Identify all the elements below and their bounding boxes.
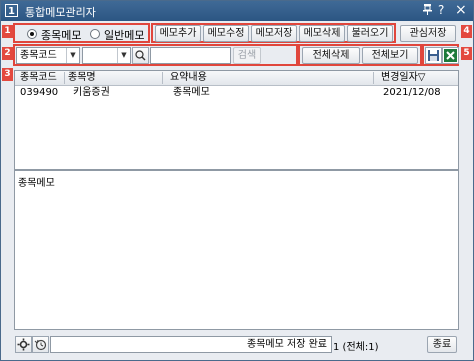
cell-name: 키움증권 bbox=[73, 87, 110, 98]
table-header: 종목코드 종목명 요약내용 변경일자▽ bbox=[15, 71, 458, 86]
memo-editor[interactable]: 종목메모 bbox=[14, 170, 459, 330]
memo-toolbar-group: 메모추가 메모수정 메모저장 메모삭제 불러오기 bbox=[151, 23, 396, 43]
save-memo-button[interactable]: 메모저장 bbox=[251, 25, 297, 42]
radio-general-memo-label[interactable]: 일반메모 bbox=[104, 27, 144, 43]
save-file-icon[interactable] bbox=[425, 47, 442, 64]
callout-3: 3 bbox=[2, 68, 13, 81]
search-button[interactable]: 검색 bbox=[233, 47, 261, 64]
column-header-code[interactable]: 종목코드 bbox=[20, 71, 57, 85]
window-title: 통합메모관리자 bbox=[25, 6, 96, 19]
status-bar: 종목메모 저장 완료 1 (전체:1) 종료 bbox=[1, 331, 473, 361]
chevron-down-icon: ▼ bbox=[117, 48, 130, 63]
memo-list-table: 종목코드 종목명 요약내용 변경일자▽ 039490 키움증권 종목메모 202… bbox=[14, 70, 459, 170]
exit-button[interactable]: 종료 bbox=[427, 336, 457, 353]
callout-1: 1 bbox=[2, 25, 13, 38]
callout-4: 4 bbox=[461, 25, 472, 38]
radio-stock-memo-label[interactable]: 종목메모 bbox=[41, 27, 81, 43]
save-watchlist-button[interactable]: 관심저장 bbox=[400, 25, 456, 42]
memo-content: 종목메모 bbox=[18, 178, 55, 189]
edit-memo-button[interactable]: 메모수정 bbox=[203, 25, 249, 42]
view-all-button[interactable]: 전체보기 bbox=[362, 47, 418, 64]
memo-type-group: 종목메모 일반메모 bbox=[13, 23, 150, 43]
pin-icon[interactable] bbox=[422, 3, 433, 19]
bulk-actions-group: 전체삭제 전체보기 bbox=[298, 44, 422, 66]
app-icon: 1 bbox=[5, 4, 18, 17]
radio-stock-memo[interactable] bbox=[27, 29, 37, 39]
add-memo-button[interactable]: 메모추가 bbox=[155, 25, 201, 42]
chevron-down-icon: ▼ bbox=[66, 48, 79, 63]
stock-code-input[interactable]: ▼ bbox=[82, 47, 131, 64]
search-icon[interactable] bbox=[132, 47, 149, 64]
search-type-select[interactable]: 종목코드 ▼ bbox=[16, 47, 80, 64]
column-header-name[interactable]: 종목명 bbox=[68, 71, 96, 85]
column-header-summary[interactable]: 요약내용 bbox=[170, 71, 207, 85]
radio-general-memo[interactable] bbox=[90, 29, 100, 39]
close-window-button[interactable]: × bbox=[455, 3, 467, 18]
delete-all-button[interactable]: 전체삭제 bbox=[302, 47, 360, 64]
status-message: 종목메모 저장 완료 bbox=[50, 336, 332, 353]
title-bar[interactable]: 1 통합메모관리자 ? × bbox=[1, 1, 473, 21]
gear-icon[interactable] bbox=[15, 336, 32, 353]
cell-summary: 종목메모 bbox=[173, 87, 210, 98]
cell-code: 039490 bbox=[20, 87, 59, 98]
callout-5: 5 bbox=[461, 47, 472, 60]
delete-memo-button[interactable]: 메모삭제 bbox=[299, 25, 345, 42]
search-type-value: 종목코드 bbox=[20, 50, 57, 61]
callout-2: 2 bbox=[2, 47, 13, 60]
excel-export-icon[interactable] bbox=[442, 47, 459, 64]
record-count: 1 (전체:1) bbox=[333, 342, 379, 353]
load-memo-button[interactable]: 불러오기 bbox=[347, 25, 393, 42]
help-button[interactable]: ? bbox=[438, 3, 444, 18]
history-icon[interactable] bbox=[32, 336, 49, 353]
export-group bbox=[422, 44, 459, 66]
cell-date: 2021/12/08 bbox=[383, 87, 441, 98]
column-header-date[interactable]: 변경일자▽ bbox=[381, 71, 426, 85]
search-group: 종목코드 ▼ ▼ 검색 bbox=[13, 44, 298, 66]
memo-manager-window: 1 통합메모관리자 ? × 1 종목메모 일반메모 메모추가 메모수정 메모저장… bbox=[0, 0, 474, 361]
table-row[interactable]: 039490 키움증권 종목메모 2021/12/08 bbox=[15, 86, 458, 100]
stock-name-input[interactable] bbox=[150, 47, 231, 64]
